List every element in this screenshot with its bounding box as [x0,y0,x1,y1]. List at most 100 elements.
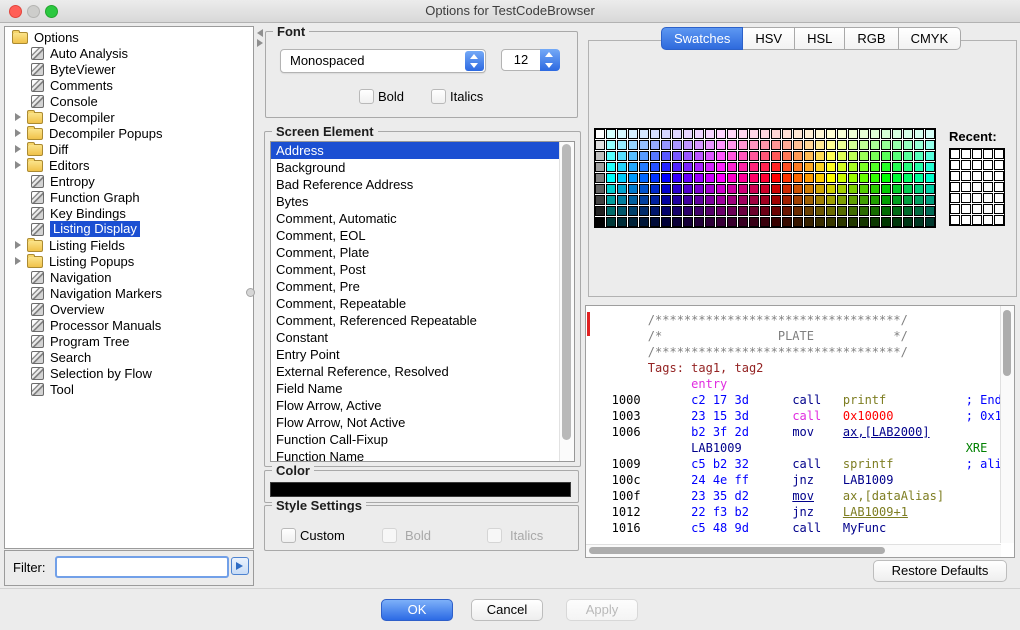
swatch-cell[interactable] [870,195,880,205]
expand-arrow-icon[interactable] [15,129,21,137]
swatch-cell[interactable] [672,217,682,227]
swatch-cell[interactable] [837,173,847,183]
swatch-cell[interactable] [727,217,737,227]
swatch-cell[interactable] [914,173,924,183]
swatch-cell[interactable] [815,151,825,161]
swatch-cell[interactable] [771,129,781,139]
swatch-cell[interactable] [848,206,858,216]
screen-element-scrollbar-thumb[interactable] [562,144,571,440]
tab-rgb[interactable]: RGB [845,27,898,50]
expand-arrow-icon[interactable] [15,113,21,121]
screen-element-flow-arrow-not-active[interactable]: Flow Arrow, Not Active [271,414,574,431]
swatch-cell[interactable] [859,129,869,139]
swatch-cell[interactable] [727,173,737,183]
swatch-cell[interactable] [683,162,693,172]
recent-swatch-cell[interactable] [950,193,960,203]
swatch-cell[interactable] [672,151,682,161]
swatch-cell[interactable] [793,195,803,205]
swatch-cell[interactable] [892,162,902,172]
swatch-cell[interactable] [639,217,649,227]
recent-swatch-cell[interactable] [983,160,993,170]
screen-element-background[interactable]: Background [271,159,574,176]
swatch-cell[interactable] [606,217,616,227]
swatch-cell[interactable] [683,151,693,161]
tree-item-decompiler[interactable]: Decompiler [5,109,253,125]
tree-item-auto-analysis[interactable]: Auto Analysis [5,45,253,61]
swatch-cell[interactable] [705,217,715,227]
swatch-cell[interactable] [859,140,869,150]
swatch-cell[interactable] [870,217,880,227]
tree-item-listing-popups[interactable]: Listing Popups [5,253,253,269]
swatch-cell[interactable] [661,162,671,172]
swatch-cell[interactable] [716,173,726,183]
swatch-cell[interactable] [617,206,627,216]
swatch-cell[interactable] [782,162,792,172]
swatch-cell[interactable] [749,151,759,161]
swatch-cell[interactable] [628,162,638,172]
swatch-cell[interactable] [892,184,902,194]
swatch-cell[interactable] [661,195,671,205]
swatch-cell[interactable] [738,140,748,150]
swatch-cell[interactable] [892,206,902,216]
screen-element-comment-eol[interactable]: Comment, EOL [271,227,574,244]
recent-swatch-cell[interactable] [950,204,960,214]
swatch-cell[interactable] [738,195,748,205]
swatch-cell[interactable] [837,140,847,150]
swatch-cell[interactable] [859,217,869,227]
swatch-cell[interactable] [727,151,737,161]
swatch-cell[interactable] [925,151,935,161]
swatch-cell[interactable] [903,217,913,227]
recent-swatch-cell[interactable] [972,160,982,170]
swatch-cell[interactable] [738,129,748,139]
font-bold-checkbox[interactable] [359,89,374,104]
swatch-cell[interactable] [892,173,902,183]
ok-button[interactable]: OK [381,599,453,621]
swatch-cell[interactable] [716,184,726,194]
swatch-cell[interactable] [606,140,616,150]
swatch-cell[interactable] [804,151,814,161]
screen-element-function-call-fixup[interactable]: Function Call-Fixup [271,431,574,448]
swatch-cell[interactable] [848,217,858,227]
tree-item-listing-display[interactable]: Listing Display [5,221,253,237]
swatch-cell[interactable] [760,217,770,227]
swatch-cell[interactable] [617,217,627,227]
tab-hsv[interactable]: HSV [743,27,795,50]
swatch-cell[interactable] [727,162,737,172]
swatch-cell[interactable] [595,129,605,139]
swatch-cell[interactable] [804,195,814,205]
swatch-cell[interactable] [595,206,605,216]
swatch-cell[interactable] [716,206,726,216]
recent-swatch-cell[interactable] [950,215,960,225]
font-size-input[interactable]: 12 [501,49,541,71]
recent-swatch-cell[interactable] [972,204,982,214]
swatch-cell[interactable] [848,129,858,139]
swatch-cell[interactable] [826,151,836,161]
expand-arrow-icon[interactable] [15,257,21,265]
swatch-cell[interactable] [837,129,847,139]
swatch-cell[interactable] [716,140,726,150]
swatch-cell[interactable] [760,151,770,161]
screen-element-function-name[interactable]: Function Name [271,448,574,462]
swatch-cell[interactable] [749,162,759,172]
swatch-cell[interactable] [760,184,770,194]
swatch-cell[interactable] [771,151,781,161]
swatch-cell[interactable] [914,140,924,150]
screen-element-comment-pre[interactable]: Comment, Pre [271,278,574,295]
swatch-cell[interactable] [683,206,693,216]
swatch-cell[interactable] [694,173,704,183]
swatch-cell[interactable] [606,151,616,161]
swatch-cell[interactable] [738,151,748,161]
tab-hsl[interactable]: HSL [795,27,845,50]
tree-item-decompiler-popups[interactable]: Decompiler Popups [5,125,253,141]
swatch-cell[interactable] [771,173,781,183]
swatch-cell[interactable] [672,195,682,205]
swatch-cell[interactable] [903,129,913,139]
splitter-collapse-left-icon[interactable] [257,29,263,37]
swatch-cell[interactable] [771,195,781,205]
swatch-cell[interactable] [727,129,737,139]
swatch-cell[interactable] [837,195,847,205]
swatch-cell[interactable] [881,217,891,227]
swatch-cell[interactable] [661,217,671,227]
recent-swatch-cell[interactable] [950,171,960,181]
screen-element-comment-automatic[interactable]: Comment, Automatic [271,210,574,227]
